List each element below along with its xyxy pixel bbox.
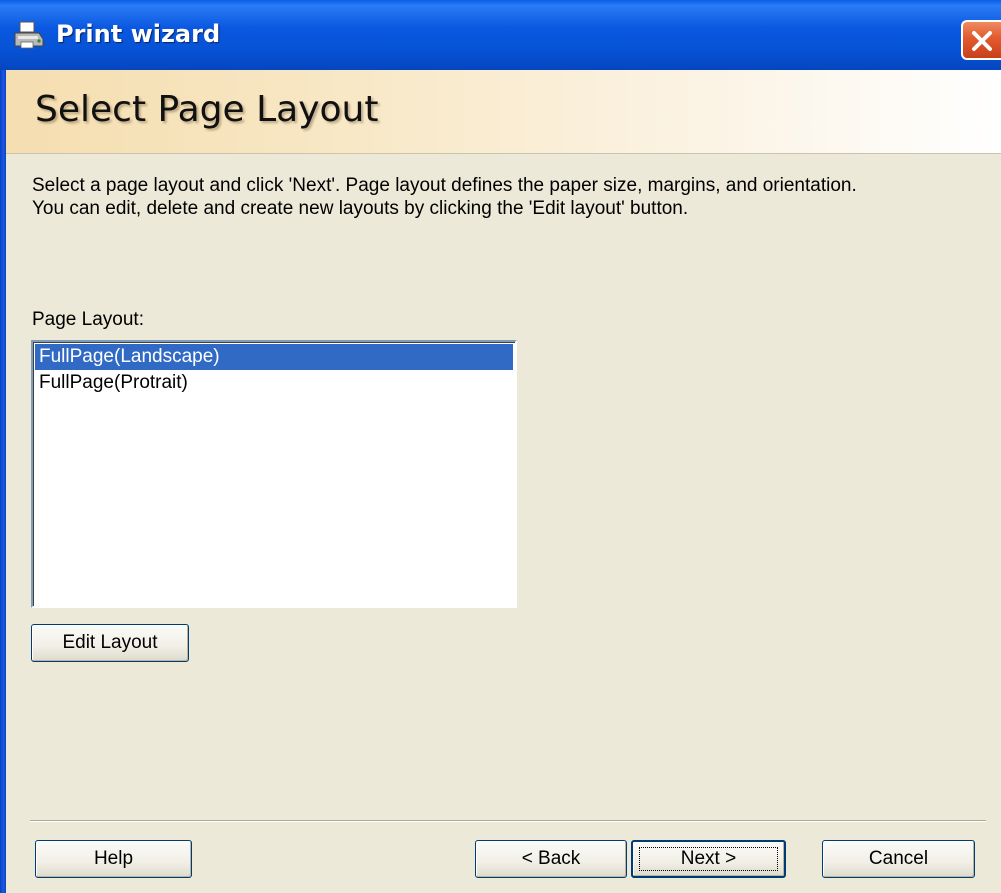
description-line-2: You can edit, delete and create new layo… [32,198,689,219]
cancel-button[interactable]: Cancel [822,840,975,878]
help-button-label: Help [93,848,134,869]
help-button[interactable]: Help [35,840,192,878]
description-line-1: Select a page layout and click 'Next'. P… [32,175,857,196]
close-button[interactable] [961,20,1001,60]
edit-layout-button[interactable]: Edit Layout [31,624,189,662]
page-title: Select Page Layout [35,89,379,130]
back-button-label: < Back [521,848,581,869]
cancel-button-label: Cancel [868,848,929,869]
next-button[interactable]: Next > [631,840,786,878]
back-button[interactable]: < Back [475,840,627,878]
wizard-header: Select Page Layout [6,70,1001,154]
page-layout-label: Page Layout: [32,309,144,330]
close-icon [972,31,992,51]
print-wizard-window: Print wizard Select Page Layout Select a… [0,0,1001,893]
next-button-label: Next > [680,848,737,869]
footer-separator [30,820,986,822]
window-frame-left [0,70,6,893]
list-item-fullpage-landscape[interactable]: FullPage(Landscape) [35,344,513,370]
title-bar[interactable]: Print wizard [0,0,1001,70]
edit-layout-button-label: Edit Layout [62,632,158,653]
list-item-fullpage-portrait[interactable]: FullPage(Protrait) [35,370,513,396]
window-title: Print wizard [56,20,221,48]
page-layout-listbox[interactable]: FullPage(Landscape) FullPage(Protrait) [31,340,517,608]
printer-icon [12,19,46,51]
